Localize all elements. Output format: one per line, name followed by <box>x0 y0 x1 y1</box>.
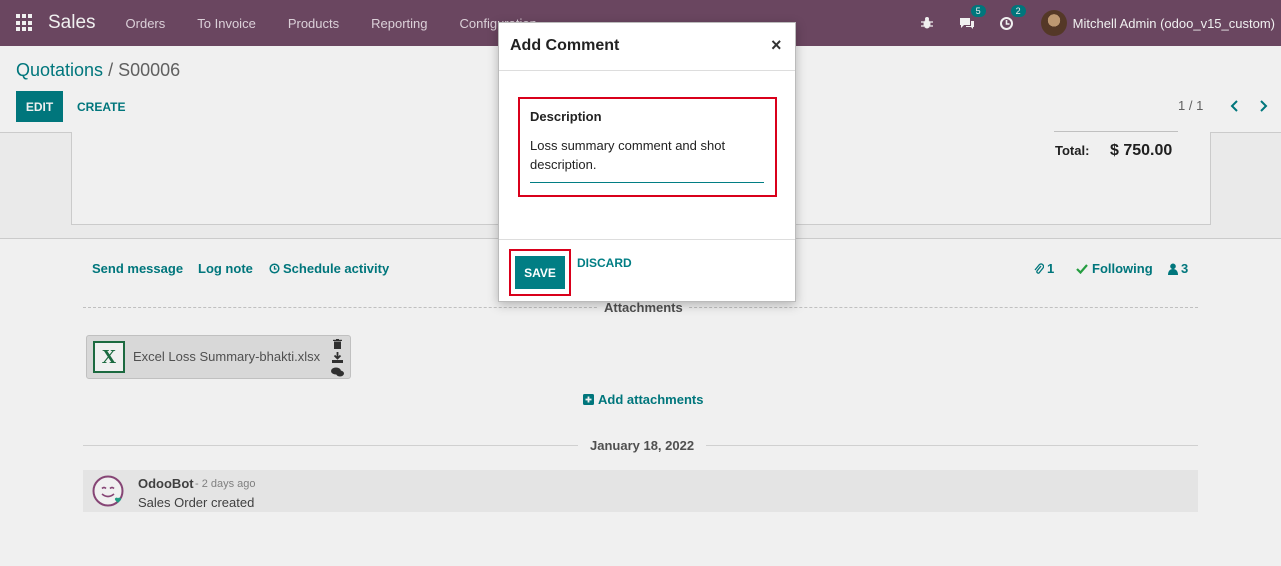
dialog-footer: SAVE DISCARD <box>499 239 795 301</box>
discard-button[interactable]: DISCARD <box>577 256 632 270</box>
close-icon[interactable]: × <box>771 35 782 56</box>
save-button[interactable]: SAVE <box>515 256 565 289</box>
description-field-group: Description Loss summary comment and sho… <box>518 97 777 197</box>
dialog-header: Add Comment × <box>499 23 795 71</box>
description-input[interactable]: Loss summary comment and shot descriptio… <box>530 136 764 183</box>
dialog-title: Add Comment <box>510 37 620 54</box>
add-comment-dialog: Add Comment × Description Loss summary c… <box>498 22 796 302</box>
description-label: Description <box>530 109 602 124</box>
save-button-highlight: SAVE <box>509 249 571 296</box>
